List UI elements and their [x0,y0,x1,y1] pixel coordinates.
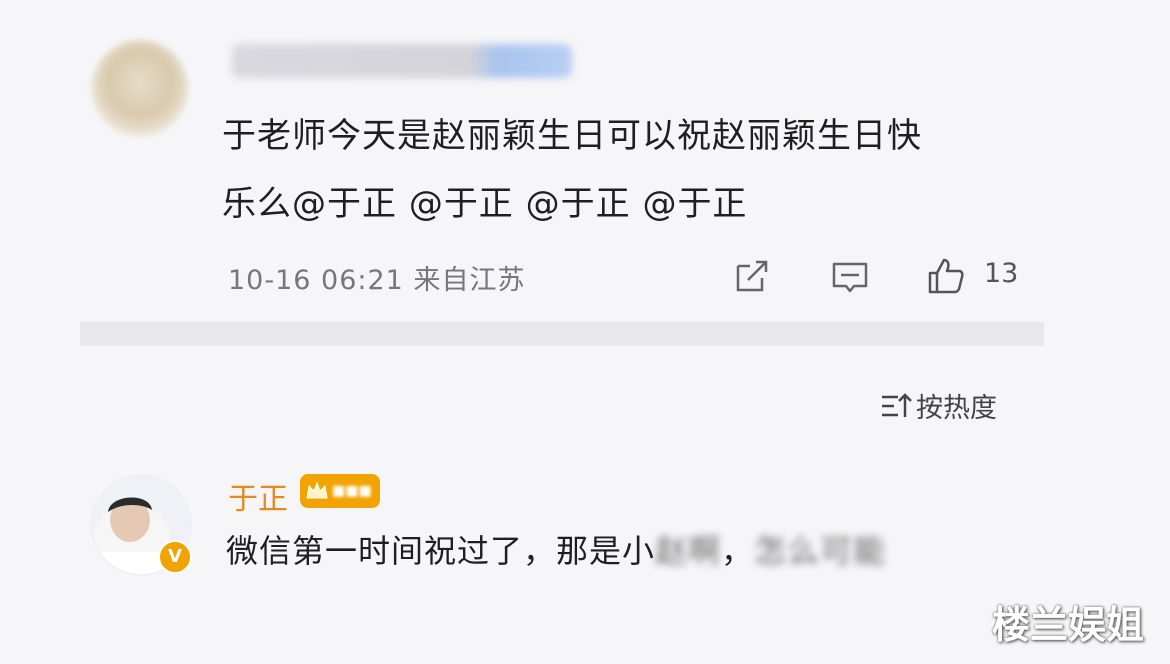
sort-label: 按热度 [916,393,997,424]
share-icon[interactable] [732,256,772,296]
reply-author-name[interactable]: 于正 [228,474,288,518]
member-badge-icon[interactable]: ■■■ [300,474,380,508]
comment-icon[interactable] [830,256,870,296]
member-badge-text: ■■■ [332,483,372,499]
reply-text: 微信第一时间祝过了，那是小赵啊，怎么可能 [226,526,886,572]
sort-icon [882,392,912,417]
section-divider [80,322,1044,346]
reply-text-punct: ， [721,532,755,570]
reply-text-visible: 微信第一时间祝过了，那是小 [226,532,656,570]
mention-link[interactable]: @于正 [409,184,514,224]
comment-line-2: 乐么@于正 @于正 @于正 @于正 [222,170,1022,238]
commenter-name-blurred[interactable] [232,44,572,78]
post-card: 于老师今天是赵丽颖生日可以祝赵丽颖生日快 乐么@于正 @于正 @于正 @于正 1… [0,0,1170,320]
verified-badge-icon: V [158,540,192,574]
comment-line-1: 于老师今天是赵丽颖生日可以祝赵丽颖生日快 [222,116,922,156]
watermark: 楼兰娱姐 [991,603,1144,647]
reply-text-blurred-1: 赵啊 [655,532,722,570]
like-count: 13 [984,258,1019,289]
mention-link[interactable]: @于正 [292,184,397,224]
location: 来自江苏 [413,265,526,296]
comment-meta: 10-16 06:21 来自江苏 [228,258,525,297]
timestamp: 10-16 06:21 [228,265,404,296]
comment-line-2-prefix: 乐么 [222,184,292,224]
sort-by-heat-button[interactable]: 按热度 [880,386,997,425]
commenter-avatar[interactable] [92,40,188,136]
reply-text-blurred-2: 怎么可能 [754,532,887,570]
mention-link[interactable]: @于正 [526,184,631,224]
comment-text: 于老师今天是赵丽颖生日可以祝赵丽颖生日快 乐么@于正 @于正 @于正 @于正 [222,102,1022,238]
mention-link[interactable]: @于正 [642,184,747,224]
crown-icon [306,481,328,499]
like-icon[interactable] [926,256,966,296]
